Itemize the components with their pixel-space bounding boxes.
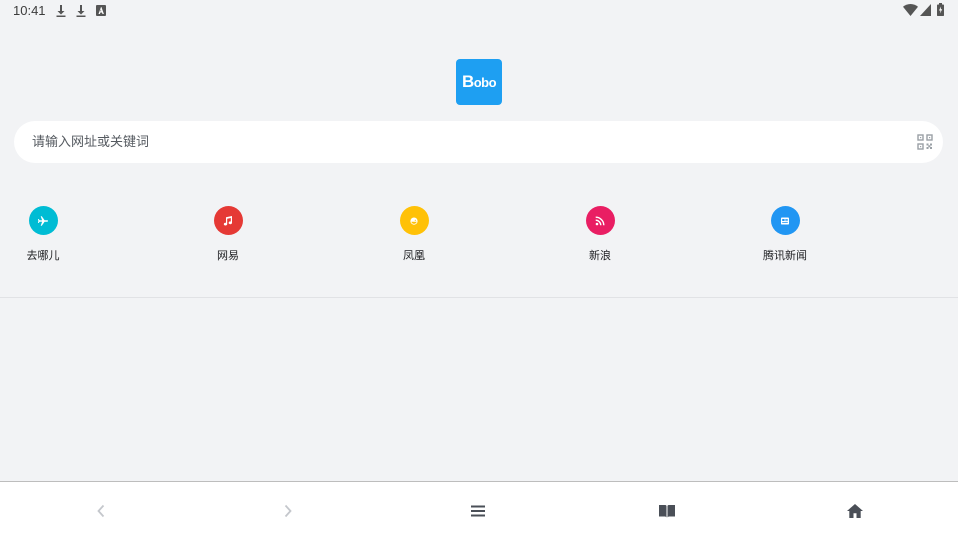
shortcut-qunar[interactable]: 去哪儿 [0, 206, 88, 268]
divider [0, 297, 958, 298]
rss-icon [595, 216, 605, 225]
shortcut-circle [585, 206, 615, 235]
wifi-icon [903, 4, 918, 16]
shortcut-label: 腾讯新闻 [763, 249, 807, 262]
status-bar: 10:41 [0, 0, 958, 22]
bottom-toolbar [0, 481, 958, 539]
shortcut-tencent-news[interactable]: 腾讯新闻 [740, 206, 830, 268]
text-a-icon [96, 5, 106, 16]
search-bar[interactable] [14, 121, 943, 163]
menu-icon [471, 505, 485, 516]
bookmarks-button[interactable] [637, 482, 697, 539]
search-input[interactable] [32, 121, 892, 163]
shortcut-sina[interactable]: 新浪 [555, 206, 645, 268]
signal-icon [920, 4, 931, 16]
shortcut-label: 凤凰 [403, 249, 425, 262]
shortcut-circle [770, 206, 800, 235]
app-logo: Bobo [456, 59, 502, 105]
home-button[interactable] [825, 482, 885, 539]
shortcut-circle [399, 206, 429, 235]
music-note-icon [223, 215, 233, 226]
chevron-left-icon [97, 504, 105, 517]
bird-icon [410, 217, 418, 225]
qr-code-icon[interactable] [917, 134, 933, 150]
logo-text-small: obo [473, 74, 497, 90]
shortcut-circle [213, 206, 243, 235]
shortcut-netease[interactable]: 网易 [183, 206, 273, 268]
shortcut-label: 新浪 [589, 249, 611, 262]
battery-icon [937, 3, 944, 16]
shortcut-label: 网易 [217, 249, 239, 262]
shortcut-label: 去哪儿 [26, 249, 60, 262]
newspaper-icon [781, 217, 789, 224]
download-icon [76, 5, 86, 17]
forward-button[interactable] [258, 482, 318, 539]
menu-button[interactable] [448, 482, 508, 539]
back-button[interactable] [71, 482, 131, 539]
shortcut-circle [28, 206, 58, 235]
shortcut-ifeng[interactable]: 凤凰 [369, 206, 459, 268]
airplane-icon [37, 215, 48, 226]
logo-text-big: B [461, 72, 474, 91]
book-icon [659, 504, 675, 517]
chevron-right-icon [284, 504, 292, 517]
status-time: 10:41 [13, 3, 46, 18]
download-icon [56, 5, 66, 17]
home-icon [847, 503, 863, 518]
